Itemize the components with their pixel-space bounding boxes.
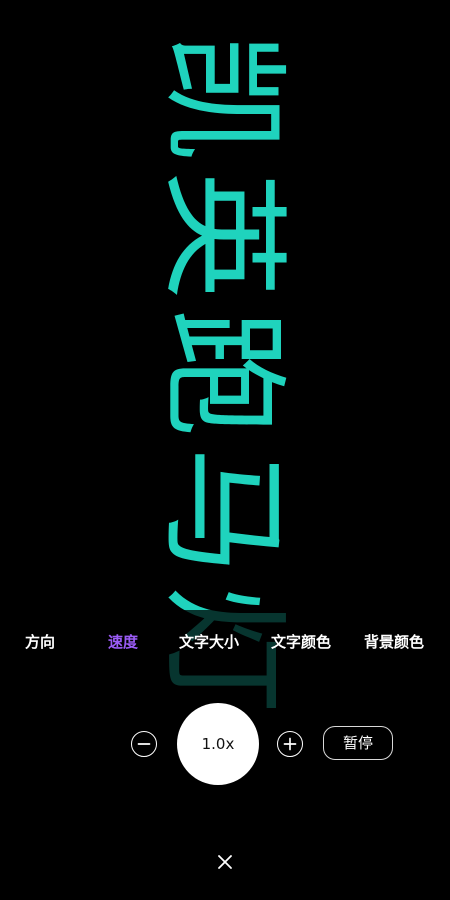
tab-direction[interactable]: 方向 <box>25 628 55 656</box>
close-icon <box>218 855 232 869</box>
tab-text-color[interactable]: 文字颜色 <box>271 628 331 656</box>
speed-value-display[interactable]: 1.0x <box>177 703 259 785</box>
tab-speed[interactable]: 速度 <box>108 628 138 656</box>
close-button[interactable] <box>211 848 239 876</box>
settings-tabs: 方向 速度 文字大小 文字颜色 背景颜色 <box>0 628 450 656</box>
increase-speed-button[interactable] <box>277 731 303 757</box>
marquee-char: 凯 <box>148 32 297 161</box>
marquee-char: 跑 <box>148 308 297 437</box>
tab-background-color[interactable]: 背景颜色 <box>364 628 424 656</box>
pause-button[interactable]: 暂停 <box>323 726 393 760</box>
marquee-char: 马 <box>148 446 297 575</box>
speed-controls: 1.0x 暂停 <box>0 700 450 790</box>
minus-circle-icon <box>137 743 151 745</box>
plus-circle-icon <box>283 737 297 751</box>
marquee-char: 英 <box>148 170 297 299</box>
tab-text-size[interactable]: 文字大小 <box>179 628 239 656</box>
decrease-speed-button[interactable] <box>131 731 157 757</box>
